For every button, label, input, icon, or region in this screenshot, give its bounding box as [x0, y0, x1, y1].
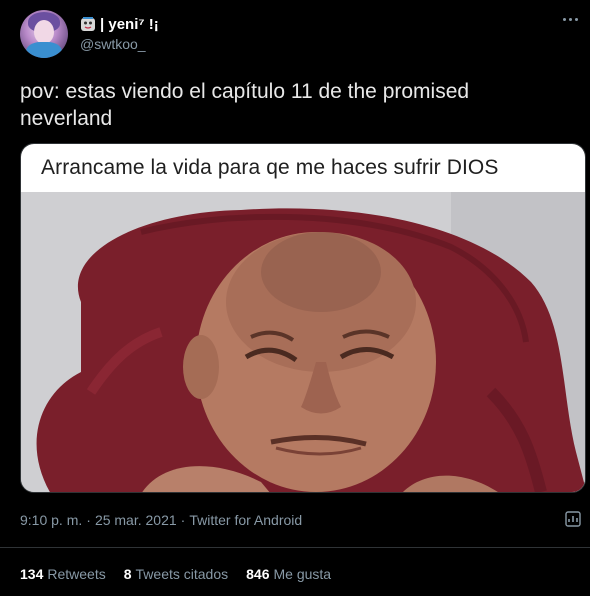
meta-separator: ·: [180, 512, 186, 528]
tweet-card: | yeni⁷ !¡ @swtkoo_ pov: estas viendo el…: [0, 0, 590, 596]
tweet-time[interactable]: 9:10 p. m.: [20, 512, 82, 528]
tweet-stats: 134 Retweets 8 Tweets citados 846 Me gus…: [20, 566, 331, 582]
tweet-date[interactable]: 25 mar. 2021: [95, 512, 177, 528]
tweet-media[interactable]: Arrancame la vida para qe me haces sufri…: [20, 143, 586, 493]
tweet-source[interactable]: Twitter for Android: [189, 512, 302, 528]
likes-count: 846: [246, 566, 270, 582]
tweet-text-line: neverland: [20, 107, 113, 130]
likes-stat[interactable]: 846 Me gusta: [246, 566, 331, 582]
quotes-label: Tweets citados: [135, 566, 229, 582]
retweets-label: Retweets: [47, 566, 106, 582]
likes-label: Me gusta: [273, 566, 332, 582]
display-name[interactable]: | yeni⁷ !¡: [80, 16, 159, 33]
quotes-stat[interactable]: 8 Tweets citados: [124, 566, 228, 582]
tweet-text-line: pov: estas viendo el capítulo 11 de the …: [20, 80, 470, 103]
display-name-text: | yeni⁷ !¡: [100, 16, 159, 33]
more-options-icon[interactable]: [560, 18, 580, 24]
ghost-emoji-icon: [80, 17, 96, 32]
quotes-count: 8: [123, 566, 132, 582]
user-handle[interactable]: @swtkoo_: [80, 36, 146, 52]
retweets-count: 134: [20, 566, 44, 582]
tweet-meta: 9:10 p. m. · 25 mar. 2021 · Twitter for …: [20, 512, 302, 528]
meme-caption: Arrancame la vida para qe me haces sufri…: [41, 156, 499, 179]
tweet-text: pov: estas viendo el capítulo 11 de the …: [20, 78, 575, 132]
avatar[interactable]: [20, 10, 68, 58]
meme-photo: [21, 192, 585, 492]
meme-caption-bar: Arrancame la vida para qe me haces sufri…: [21, 144, 585, 194]
retweets-stat[interactable]: 134 Retweets: [20, 566, 106, 582]
divider: [0, 547, 590, 548]
meta-separator: ·: [86, 512, 91, 528]
analytics-icon[interactable]: [564, 510, 582, 528]
